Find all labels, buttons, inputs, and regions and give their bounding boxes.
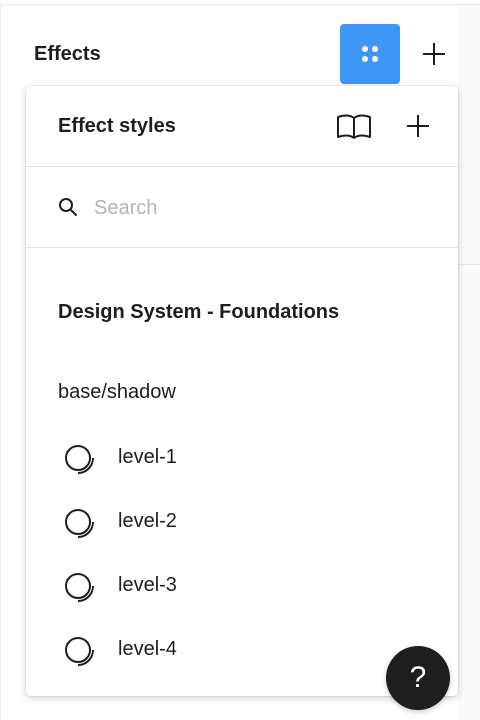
drop-shadow-icon [65,445,94,474]
style-item-label: level-4 [118,638,177,660]
style-item-label: level-3 [118,574,177,596]
drop-shadow-icon [65,573,94,602]
plus-icon [407,115,429,137]
panel-edge [458,5,480,720]
effects-section-title: Effects [34,43,101,65]
divider [458,264,480,265]
style-item-label: level-2 [118,510,177,532]
drop-shadow-icon [65,509,94,538]
divider [0,4,480,5]
popover-header: Effect styles [26,86,458,167]
effect-styles-button[interactable] [340,24,400,84]
plus-icon [423,43,445,65]
team-library-button[interactable] [334,110,374,142]
style-item-level-3[interactable]: level-3 [26,552,458,616]
search-bar [26,167,458,248]
style-item-label: level-1 [118,446,177,468]
popover-title: Effect styles [58,115,176,137]
style-item-level-2[interactable]: level-2 [26,488,458,552]
search-input[interactable] [94,193,424,223]
add-effect-button[interactable] [418,38,450,70]
divider [0,4,1,720]
search-icon [59,198,77,216]
style-group-name: base/shadow [58,381,176,403]
effect-styles-popover: Effect styles Design System - Foundation… [26,86,458,696]
library-name: Design System - Foundations [58,301,340,323]
book-icon [337,114,371,139]
create-style-button[interactable] [402,110,434,142]
style-item-level-1[interactable]: level-1 [26,424,458,488]
drop-shadow-icon [65,637,94,666]
help-button[interactable]: ? [386,646,450,710]
